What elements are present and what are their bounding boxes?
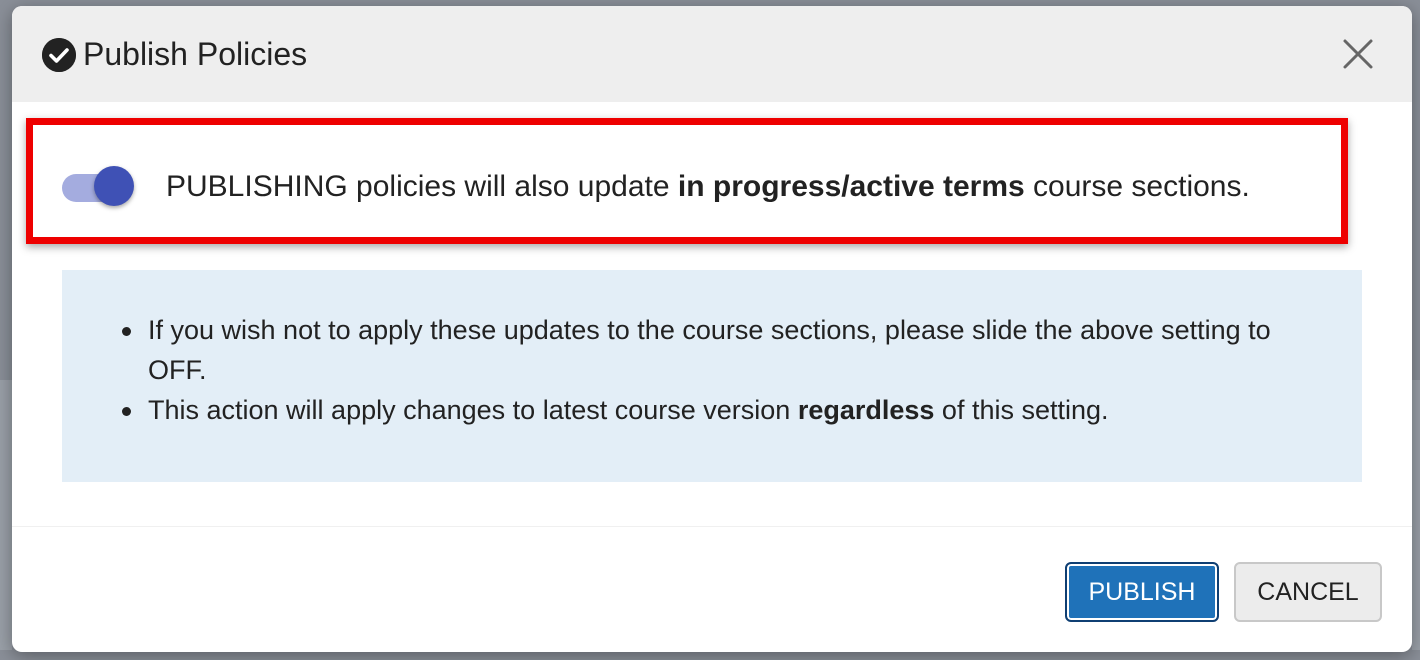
info-emphasis: regardless: [797, 395, 935, 425]
publish-button[interactable]: PUBLISH: [1065, 562, 1219, 622]
toggle-label: PUBLISHING policies will also update in …: [166, 170, 1250, 203]
dialog-title: Publish Policies: [83, 36, 308, 72]
info-list-item: If you wish not to apply these updates t…: [98, 310, 1318, 390]
info-list-item: This action will apply changes to latest…: [98, 390, 1318, 430]
publish-policies-dialog: Publish Policies PUBLISHING policies wil…: [12, 6, 1412, 652]
close-button[interactable]: [1338, 34, 1378, 74]
toggle-thumb[interactable]: [94, 166, 134, 206]
info-list: If you wish not to apply these updates t…: [98, 310, 1318, 430]
cancel-button[interactable]: CANCEL: [1234, 562, 1382, 622]
toggle-label-emphasis: in progress/active terms: [677, 170, 1025, 203]
bullet-icon: [122, 407, 131, 416]
bullet-icon: [122, 327, 131, 336]
background-panel: [0, 380, 12, 650]
check-circle-icon: [42, 38, 76, 72]
close-icon: [1343, 39, 1373, 69]
footer-divider: [12, 526, 1412, 527]
background-panel: [1412, 380, 1420, 650]
dialog-header: Publish Policies: [12, 6, 1412, 102]
